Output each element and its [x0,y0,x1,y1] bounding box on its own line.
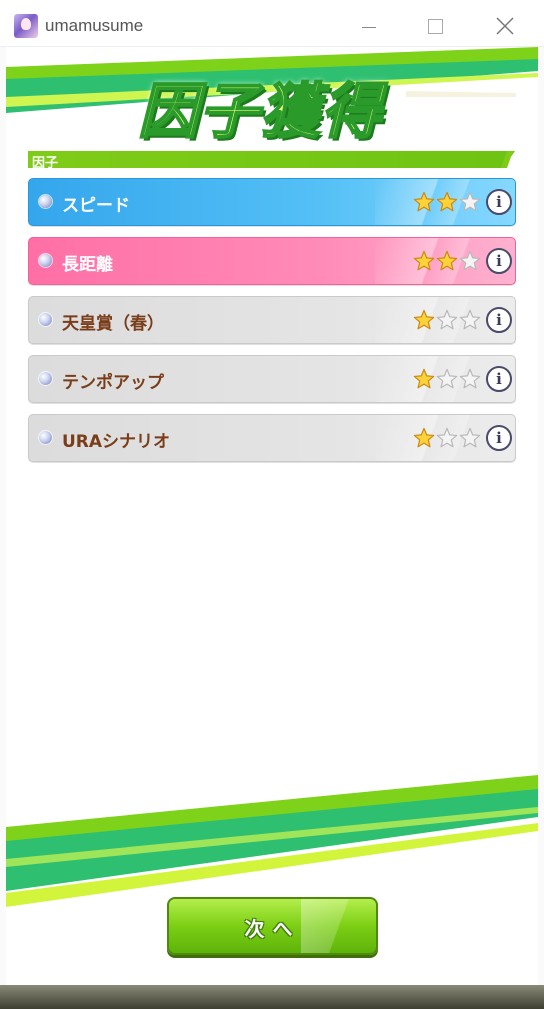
close-icon [496,17,514,35]
factor-row[interactable]: 天皇賞（春） i [28,296,516,344]
star-empty-icon [436,309,458,330]
window-title: umamusume [45,16,144,35]
info-icon[interactable]: i [486,248,512,274]
app-icon [14,14,38,38]
page-title: 因子獲得 [137,76,382,148]
app-window: umamusume 因子獲得 因子 スピード i 長距離 i 天皇賞（春） i テンポアップ… [0,0,544,1009]
star-empty-icon [459,250,481,271]
minimize-button[interactable] [345,8,391,42]
factor-row[interactable]: URAシナリオ i [28,414,516,462]
factor-row[interactable]: 長距離 i [28,237,516,285]
star-empty-icon [459,309,481,330]
star-filled-icon [413,368,435,389]
factor-name: スピード [62,196,130,216]
title-bar: umamusume [0,0,544,47]
factor-stars [413,191,481,213]
background-strip [0,985,544,1009]
info-icon[interactable]: i [486,189,512,215]
section-label: 因子 [32,156,59,171]
factor-bullet-icon [39,431,52,444]
factor-name: テンポアップ [62,373,164,393]
factor-bullet-icon [39,195,52,208]
info-icon[interactable]: i [486,366,512,392]
factor-name: 天皇賞（春） [62,314,164,334]
next-button-label: 次へ [244,917,301,941]
info-icon[interactable]: i [486,425,512,451]
star-empty-icon [459,191,481,212]
star-empty-icon [459,427,481,448]
star-filled-icon [413,309,435,330]
factor-row[interactable]: テンポアップ i [28,355,516,403]
star-filled-icon [413,191,435,212]
info-icon[interactable]: i [486,307,512,333]
factor-stars [413,427,481,449]
factor-stars [413,309,481,331]
star-empty-icon [436,368,458,389]
section-header-bar: 因子 [28,151,515,168]
star-empty-icon [459,368,481,389]
factor-stars [413,250,481,272]
factor-bullet-icon [39,372,52,385]
footer-stripe-decoration [6,775,538,907]
factor-name: URAシナリオ [62,432,171,452]
factor-name: 長距離 [62,255,113,275]
star-filled-icon [436,191,458,212]
star-empty-icon [436,427,458,448]
factor-bullet-icon [39,313,52,326]
close-button[interactable] [482,8,528,42]
factor-bullet-icon [39,254,52,267]
factor-row[interactable]: スピード i [28,178,516,226]
star-filled-icon [436,250,458,271]
factor-result-panel: 因子獲得 因子 スピード i 長距離 i 天皇賞（春） i テンポアップ i URAシナリオ i … [6,47,538,985]
next-button[interactable]: 次へ [167,897,378,955]
factor-stars [413,368,481,390]
star-filled-icon [413,250,435,271]
star-filled-icon [413,427,435,448]
maximize-button[interactable] [412,8,458,42]
